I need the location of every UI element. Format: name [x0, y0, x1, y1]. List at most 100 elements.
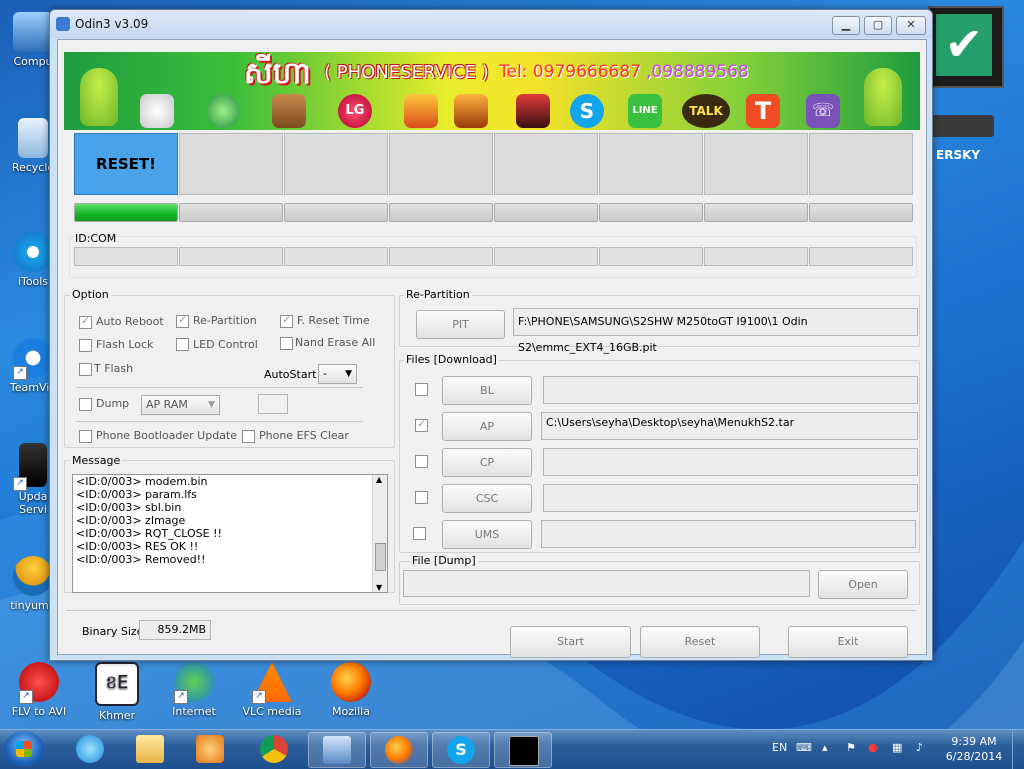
flag-icon[interactable]: ⚑ [846, 741, 856, 754]
kaspersky-gadget[interactable]: ✔ [928, 6, 1004, 88]
cp-checkbox[interactable] [415, 455, 428, 468]
network-icon[interactable]: ▦ [892, 741, 902, 754]
nand-erase-all-checkbox[interactable] [280, 337, 293, 350]
taskbar-internet-explorer[interactable] [62, 732, 118, 766]
csc-button[interactable]: CSC [442, 484, 532, 513]
exit-button[interactable]: Exit [788, 626, 908, 658]
option-separator [76, 421, 363, 422]
taskbar-chrome[interactable] [246, 732, 302, 766]
cp-path-field[interactable] [543, 448, 918, 476]
folder-icon [136, 735, 164, 763]
led-control-label: LED Control [193, 338, 258, 351]
led-control-checkbox[interactable] [176, 338, 189, 351]
maximize-button[interactable]: ▢ [864, 16, 892, 35]
subway-surfers-icon [404, 94, 438, 128]
log-line: <ID:0/003> modem.bin [76, 475, 208, 488]
minimize-button[interactable]: ▁ [832, 16, 860, 35]
phone-bootloader-update-label: Phone Bootloader Update [96, 429, 238, 442]
kaspersky-label: ERSKY [936, 148, 981, 162]
log-line: <ID:0/003> param.lfs [76, 488, 197, 501]
message-scrollbar[interactable]: ▲ ▼ [372, 475, 387, 592]
start-button[interactable] [4, 731, 44, 767]
cp-button[interactable]: CP [442, 448, 532, 477]
close-button[interactable]: ✕ [896, 16, 926, 35]
title-bar[interactable]: Odin3 v3.09 ▁ ▢ ✕ [50, 10, 932, 38]
shortcut-arrow-icon: ↗ [13, 477, 27, 491]
start-button[interactable]: Start [510, 626, 631, 658]
status-cell [599, 133, 703, 195]
autostart-select[interactable]: - ▼ [318, 364, 357, 384]
option-title: Option [70, 288, 111, 301]
bl-path-field[interactable] [543, 376, 918, 404]
clash-of-clans-icon [454, 94, 488, 128]
dump-path-field[interactable] [403, 570, 810, 597]
desktop-icon-flv-to-avi[interactable]: ↗ FLV to AVI [6, 662, 72, 718]
ap-checkbox[interactable] [415, 417, 428, 432]
taskbar-skype[interactable]: S [432, 732, 490, 768]
scroll-thumb[interactable] [375, 543, 386, 571]
banner-phone: Tel: 0979666687 [499, 62, 641, 82]
csc-checkbox[interactable] [415, 491, 428, 504]
bl-button[interactable]: BL [442, 376, 532, 405]
tray-expand-icon[interactable]: ▴ [822, 741, 828, 754]
internet-explorer-icon [76, 735, 104, 763]
log-line: <ID:0/003> RQT_CLOSE !! [76, 527, 222, 540]
scroll-down-icon[interactable]: ▼ [376, 583, 382, 592]
desktop-icon-vlc[interactable]: ↗ VLC media [239, 662, 305, 718]
re-partition-checkbox[interactable] [176, 313, 189, 328]
csc-path-field[interactable] [543, 484, 918, 512]
pit-path-field[interactable]: F:\PHONE\SAMSUNG\S2SHW M250toGT I9100\1 … [513, 308, 918, 354]
desktop-icon-internet[interactable]: ↗ Internet [161, 662, 227, 718]
taskbar-media-player[interactable] [182, 732, 238, 766]
volume-icon[interactable]: ♪ [916, 741, 923, 754]
auto-reboot-checkbox[interactable] [79, 314, 92, 329]
taskbar-odin[interactable] [308, 732, 366, 768]
pit-button[interactable]: PIT [416, 310, 505, 339]
phone-efs-clear-checkbox[interactable] [242, 430, 255, 443]
ums-path-field[interactable] [541, 520, 916, 548]
language-indicator[interactable]: EN [772, 741, 787, 754]
phone-bootloader-update-checkbox[interactable] [79, 430, 92, 443]
status-cell [179, 133, 283, 195]
desktop-icon-mozilla[interactable]: Mozilla [318, 662, 384, 718]
taskbar-explorer[interactable] [122, 732, 178, 766]
lg-icon: LG [338, 94, 372, 128]
desktop-icon-khmer[interactable]: ខE Khmer [84, 662, 150, 722]
taskbar-command-prompt[interactable] [494, 732, 552, 768]
reset-button[interactable]: Reset [640, 626, 760, 658]
odin-client-area: សីហា ( PHONESERVICE ) Tel: 0979666687 ,0… [57, 39, 927, 658]
kaspersky-toolbar[interactable] [930, 115, 994, 137]
ap-path-field[interactable]: C:\Users\seyha\Desktop\seyha\MenukhS2.ta… [541, 412, 918, 440]
viber-icon: ☏ [806, 94, 840, 128]
shortcut-arrow-icon: ↗ [252, 690, 266, 704]
odin-window: Odin3 v3.09 ▁ ▢ ✕ សីហា ( PHONESERVICE ) … [49, 9, 933, 661]
ums-button[interactable]: UMS [442, 520, 532, 549]
dump-checkbox[interactable] [79, 398, 92, 411]
flash-lock-label: Flash Lock [96, 338, 154, 351]
taskbar-firefox[interactable] [370, 732, 428, 768]
tango-icon: T [746, 94, 780, 128]
ums-checkbox[interactable] [413, 527, 426, 540]
dump-type-select[interactable]: AP RAM ▼ [141, 395, 220, 415]
recycle-bin-icon [18, 118, 48, 158]
open-button[interactable]: Open [818, 570, 908, 599]
f-reset-time-checkbox[interactable] [280, 313, 293, 328]
banner-service: ( PHONESERVICE ) [324, 62, 489, 83]
progress-bar [494, 203, 598, 222]
dump-size-field[interactable] [258, 394, 288, 414]
cydia-icon [272, 94, 306, 128]
flash-lock-checkbox[interactable] [79, 339, 92, 352]
system-clock[interactable]: 9:39 AM 6/28/2014 [944, 734, 1004, 764]
scroll-up-icon[interactable]: ▲ [376, 475, 382, 484]
show-desktop-button[interactable] [1012, 730, 1024, 769]
antivirus-tray-icon[interactable]: ● [868, 741, 878, 754]
keyboard-icon[interactable]: ⌨ [796, 741, 812, 754]
android-mascot-icon [80, 68, 118, 126]
banner-logo: សីហា [244, 56, 311, 91]
shortcut-arrow-icon: ↗ [13, 366, 27, 380]
bl-checkbox[interactable] [415, 383, 428, 396]
message-log[interactable]: <ID:0/003> modem.bin <ID:0/003> param.lf… [72, 474, 388, 593]
ap-button[interactable]: AP [442, 412, 532, 441]
t-flash-checkbox[interactable] [79, 363, 92, 376]
binary-size-field: 859.2MB [139, 620, 211, 640]
